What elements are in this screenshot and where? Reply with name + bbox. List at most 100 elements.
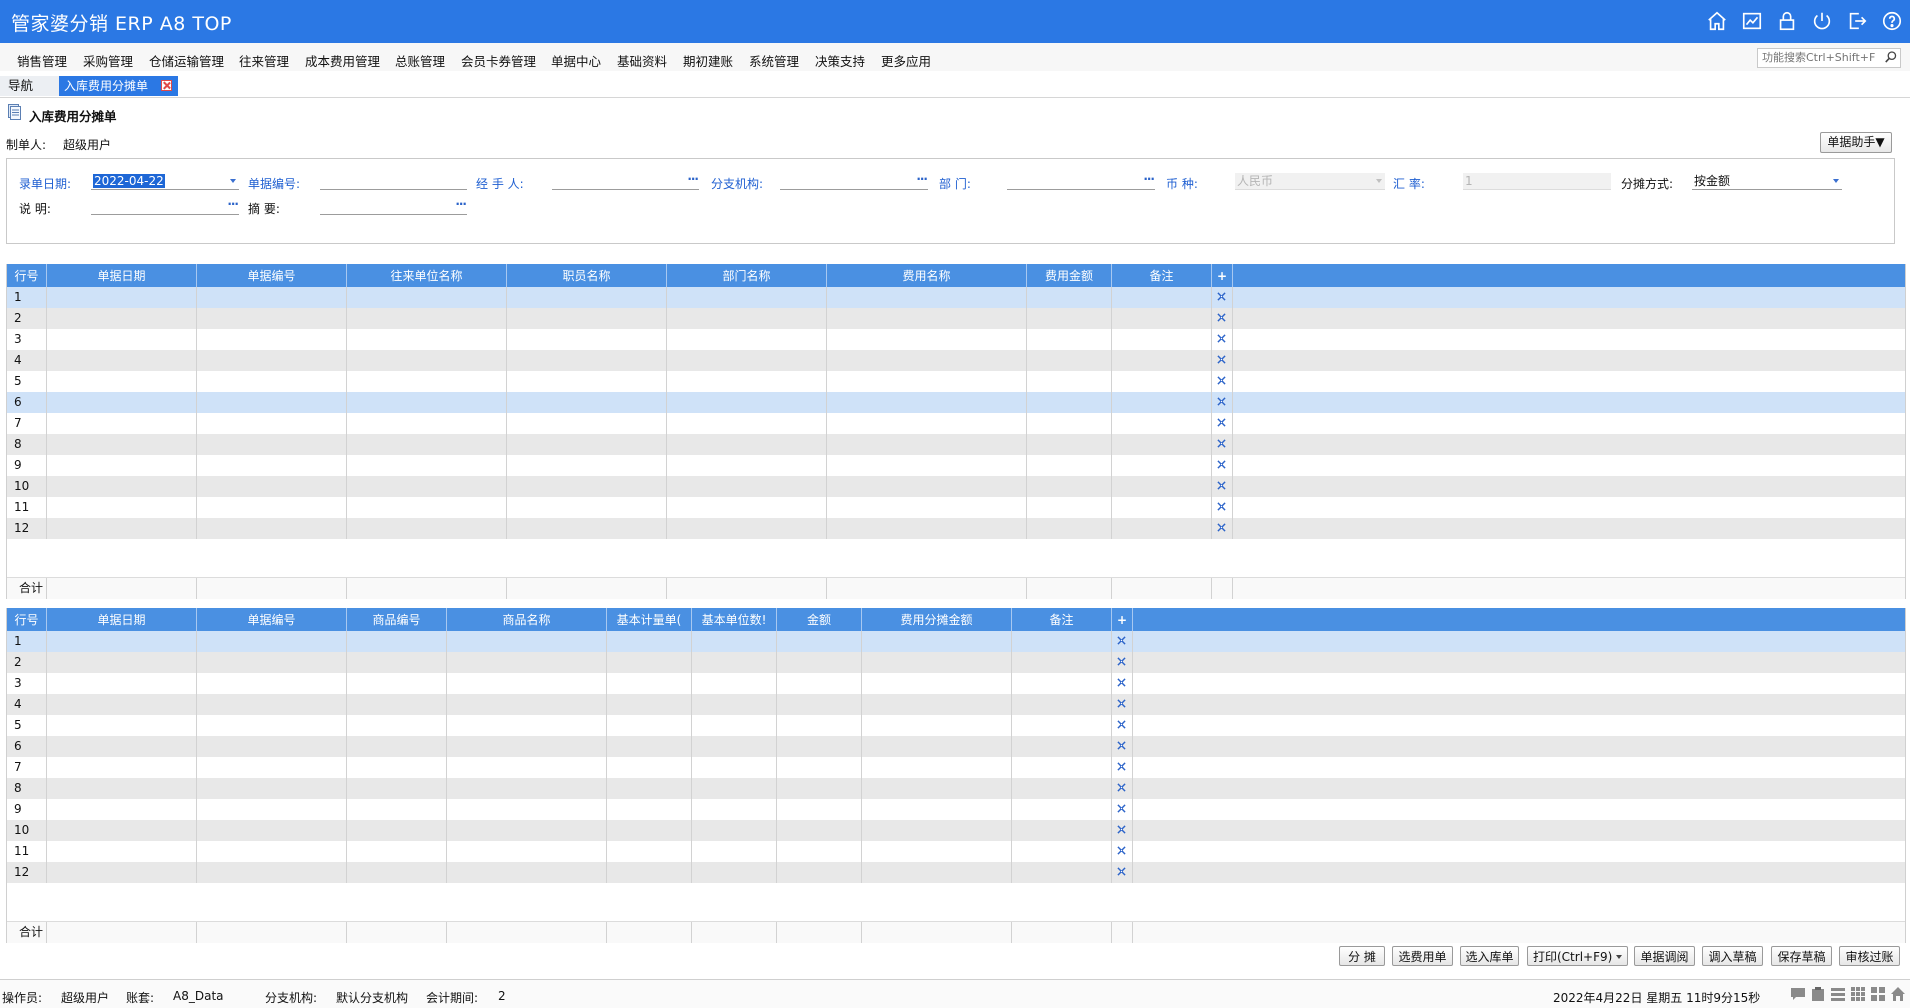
table-cell[interactable]	[827, 455, 1027, 476]
table-row[interactable]: 12	[7, 518, 1905, 539]
table-cell[interactable]	[447, 799, 607, 820]
table-cell[interactable]	[1012, 715, 1112, 736]
delete-row-icon[interactable]	[1217, 460, 1226, 469]
table-cell[interactable]	[347, 329, 507, 350]
add-column-button[interactable]: +	[1112, 608, 1133, 631]
table-cell[interactable]	[667, 518, 827, 539]
table-cell[interactable]	[47, 434, 197, 455]
table-cell[interactable]	[1112, 371, 1212, 392]
table-row[interactable]: 2	[7, 308, 1905, 329]
delete-row-cell[interactable]	[1212, 329, 1233, 350]
table-cell[interactable]	[692, 799, 777, 820]
table-cell[interactable]	[47, 841, 197, 862]
table-cell[interactable]	[827, 308, 1027, 329]
table-cell[interactable]	[507, 308, 667, 329]
table-cell[interactable]	[1027, 287, 1112, 308]
table-row[interactable]: 1	[7, 631, 1905, 652]
table-cell[interactable]	[692, 652, 777, 673]
delete-row-cell[interactable]	[1212, 434, 1233, 455]
table-cell[interactable]	[347, 392, 507, 413]
table-cell[interactable]	[197, 350, 347, 371]
table-cell[interactable]	[777, 820, 862, 841]
menu-item[interactable]: 仓储运输管理	[149, 51, 224, 70]
table-row[interactable]: 7	[7, 757, 1905, 778]
table-cell[interactable]	[47, 287, 197, 308]
table-cell[interactable]	[667, 392, 827, 413]
table-cell[interactable]	[667, 350, 827, 371]
table-cell[interactable]	[197, 652, 347, 673]
table-cell[interactable]	[197, 757, 347, 778]
ellipsis-icon[interactable]: ···	[916, 171, 928, 188]
table-cell[interactable]	[827, 518, 1027, 539]
table-row[interactable]: 8	[7, 778, 1905, 799]
table-cell[interactable]	[667, 413, 827, 434]
clipboard-icon[interactable]	[1810, 986, 1826, 1002]
table-cell[interactable]	[347, 476, 507, 497]
table-cell[interactable]	[507, 287, 667, 308]
table-cell[interactable]	[347, 820, 447, 841]
table-cell[interactable]	[862, 862, 1012, 883]
table-cell[interactable]	[862, 715, 1012, 736]
delete-row-icon[interactable]	[1117, 825, 1126, 834]
table-cell[interactable]	[692, 736, 777, 757]
table-cell[interactable]	[447, 652, 607, 673]
handler-field[interactable]: ···	[552, 172, 699, 190]
table-cell[interactable]	[607, 652, 692, 673]
table-cell[interactable]	[197, 371, 347, 392]
delete-row-cell[interactable]	[1112, 673, 1133, 694]
table-cell[interactable]	[47, 455, 197, 476]
table-cell[interactable]	[1027, 455, 1112, 476]
menu-item[interactable]: 往来管理	[239, 51, 289, 70]
table-row[interactable]: 7	[7, 413, 1905, 434]
table-cell[interactable]	[1012, 841, 1112, 862]
table-cell[interactable]	[347, 673, 447, 694]
table-cell[interactable]	[1112, 518, 1212, 539]
table-cell[interactable]	[347, 518, 507, 539]
table-cell[interactable]	[862, 820, 1012, 841]
delete-row-icon[interactable]	[1117, 783, 1126, 792]
table-cell[interactable]	[47, 673, 197, 694]
load-draft-button[interactable]: 调入草稿	[1702, 946, 1763, 966]
table-cell[interactable]	[862, 757, 1012, 778]
table-cell[interactable]	[827, 392, 1027, 413]
table-cell[interactable]	[347, 350, 507, 371]
table-cell[interactable]	[827, 287, 1027, 308]
table-cell[interactable]	[347, 455, 507, 476]
table-cell[interactable]	[507, 350, 667, 371]
table-row[interactable]: 6	[7, 392, 1905, 413]
logout-icon[interactable]	[1845, 9, 1869, 33]
power-icon[interactable]	[1810, 9, 1834, 33]
ellipsis-icon[interactable]: ···	[227, 196, 239, 213]
menu-item[interactable]: 总账管理	[395, 51, 445, 70]
table-cell[interactable]	[447, 757, 607, 778]
table-row[interactable]: 4	[7, 694, 1905, 715]
table-cell[interactable]	[47, 694, 197, 715]
print-button[interactable]: 打印(Ctrl+F9)	[1527, 946, 1628, 966]
tab-navigation[interactable]: 导航	[0, 76, 64, 96]
table-cell[interactable]	[347, 652, 447, 673]
table-row[interactable]: 11	[7, 497, 1905, 518]
delete-row-icon[interactable]	[1117, 804, 1126, 813]
table-cell[interactable]	[347, 497, 507, 518]
retrieve-document-button[interactable]: 单据调阅	[1634, 946, 1695, 966]
table-row[interactable]: 4	[7, 350, 1905, 371]
table-cell[interactable]	[47, 308, 197, 329]
delete-row-cell[interactable]	[1112, 736, 1133, 757]
table-cell[interactable]	[862, 673, 1012, 694]
delete-row-cell[interactable]	[1112, 778, 1133, 799]
delete-row-icon[interactable]	[1217, 502, 1226, 511]
delete-row-cell[interactable]	[1112, 715, 1133, 736]
table-cell[interactable]	[777, 841, 862, 862]
table-cell[interactable]	[47, 371, 197, 392]
table-cell[interactable]	[1027, 434, 1112, 455]
table-cell[interactable]	[197, 518, 347, 539]
delete-row-cell[interactable]	[1112, 841, 1133, 862]
table-row[interactable]: 10	[7, 476, 1905, 497]
table-cell[interactable]	[692, 715, 777, 736]
table-cell[interactable]	[47, 350, 197, 371]
table-cell[interactable]	[47, 631, 197, 652]
table-row[interactable]: 3	[7, 329, 1905, 350]
delete-row-icon[interactable]	[1217, 376, 1226, 385]
table-cell[interactable]	[507, 518, 667, 539]
table-cell[interactable]	[777, 778, 862, 799]
